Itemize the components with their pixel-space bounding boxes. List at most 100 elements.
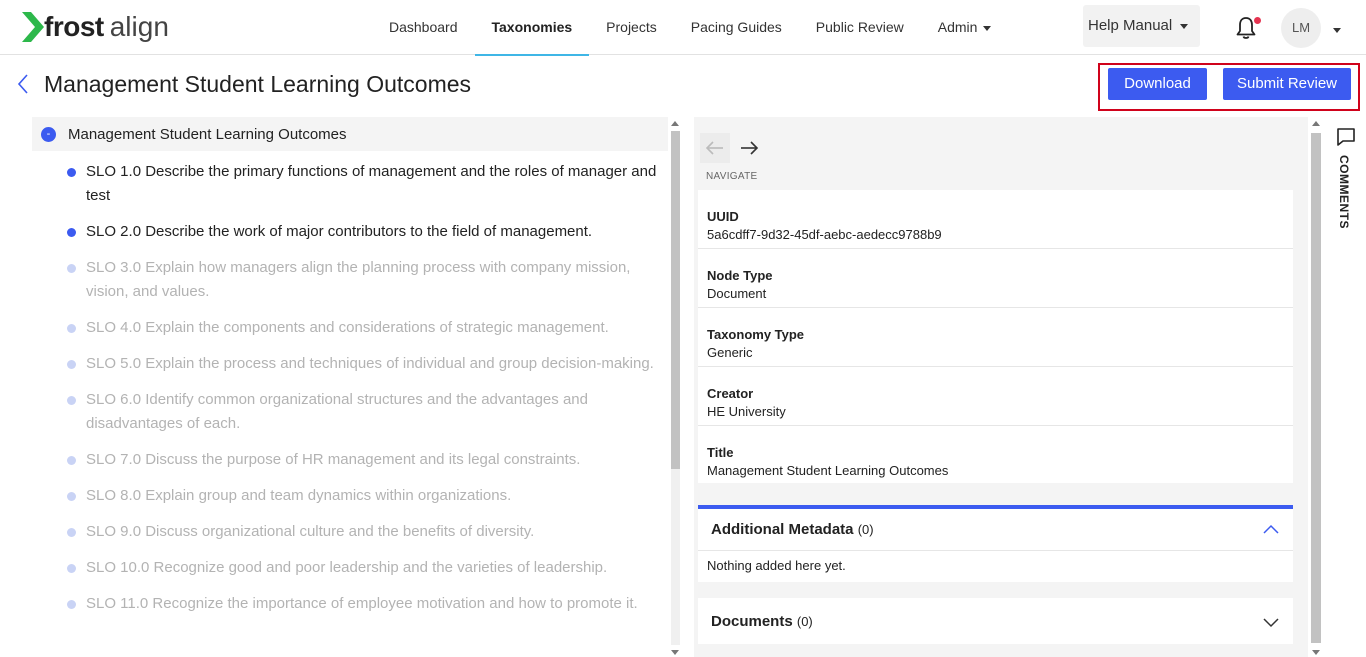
nav-admin[interactable]: Admin (921, 0, 1009, 55)
tree-root-label: Management Student Learning Outcomes (68, 126, 347, 143)
accordion-title-text: Additional Metadata (711, 521, 854, 538)
tree-item[interactable]: SLO 3.0 Explain how managers align the p… (32, 256, 668, 304)
meta-row-taxonomy-type: Taxonomy Type Generic (698, 308, 1293, 367)
tree-item-label: SLO 9.0 Discuss organizational culture a… (86, 523, 535, 540)
nav-taxonomies[interactable]: Taxonomies (474, 0, 590, 56)
logo-align-text: align (109, 11, 169, 42)
bullet-dot-icon (67, 324, 76, 333)
accordion-title-text: Documents (711, 613, 793, 630)
bullet-dot-icon (67, 264, 76, 273)
tree-item-label: SLO 10.0 Recognize good and poor leaders… (86, 559, 608, 576)
avatar-caret-icon[interactable] (1333, 28, 1341, 33)
accordion-title: Documents (0) (711, 613, 813, 630)
bullet-dot-icon (67, 396, 76, 405)
scroll-down-icon[interactable] (671, 650, 679, 655)
meta-label: UUID (707, 209, 739, 224)
nav-admin-label: Admin (937, 19, 978, 35)
navigate-label: NAVIGATE (706, 171, 758, 182)
notification-dot (1254, 17, 1261, 24)
documents-accordion: Documents (0) (698, 598, 1293, 644)
chevron-up-icon[interactable] (1263, 522, 1279, 538)
caret-down-icon (1180, 23, 1189, 29)
tree-item[interactable]: SLO 8.0 Explain group and team dynamics … (32, 484, 668, 508)
meta-value: Document (707, 286, 767, 301)
tree-item[interactable]: SLO 2.0 Describe the work of major contr… (32, 220, 668, 244)
top-navbar: frost align Dashboard Taxonomies Project… (0, 0, 1366, 56)
tree-item[interactable]: SLO 7.0 Discuss the purpose of HR manage… (32, 448, 668, 472)
additional-metadata-header[interactable]: Additional Metadata (0) (698, 509, 1293, 551)
nav-pacing-guides[interactable]: Pacing Guides (674, 0, 799, 55)
meta-value: 5a6cdff7-9d32-45df-aebc-aedecc9788b9 (707, 227, 942, 242)
tree-item[interactable]: SLO 11.0 Recognize the importance of emp… (32, 592, 668, 616)
meta-label: Node Type (707, 268, 773, 283)
main-nav: Dashboard Taxonomies Projects Pacing Gui… (372, 0, 1009, 56)
scroll-up-icon[interactable] (671, 121, 679, 126)
avatar[interactable]: LM (1281, 8, 1321, 48)
taxonomy-tree: - Management Student Learning Outcomes S… (32, 117, 668, 657)
tree-root-node[interactable]: - Management Student Learning Outcomes (32, 117, 668, 151)
tree-item-label: SLO 7.0 Discuss the purpose of HR manage… (86, 451, 581, 468)
tree-item[interactable]: SLO 5.0 Explain the process and techniqu… (32, 352, 668, 376)
documents-header[interactable]: Documents (0) (698, 598, 1293, 644)
meta-row-node-type: Node Type Document (698, 249, 1293, 308)
tree-item[interactable]: SLO 9.0 Discuss organizational culture a… (32, 520, 668, 544)
tree-children: SLO 1.0 Describe the primary functions o… (32, 160, 668, 616)
tree-scrollbar[interactable] (668, 117, 682, 657)
meta-label: Creator (707, 386, 754, 401)
tree-item-label: SLO 2.0 Describe the work of major contr… (86, 223, 593, 240)
tree-item-label: SLO 1.0 Describe the primary functions o… (86, 163, 657, 204)
metadata-card: UUID 5a6cdff7-9d32-45df-aebc-aedecc9788b… (698, 190, 1293, 483)
meta-row-uuid: UUID 5a6cdff7-9d32-45df-aebc-aedecc9788b… (698, 190, 1293, 249)
tree-item-label: SLO 6.0 Identify common organizational s… (86, 391, 588, 432)
accordion-count: (0) (796, 614, 813, 629)
bullet-dot-icon (67, 528, 76, 537)
additional-metadata-accordion: Additional Metadata (0) Nothing added he… (698, 505, 1293, 582)
frost-align-logo[interactable]: frost align (22, 10, 169, 44)
submit-review-button[interactable]: Submit Review (1223, 68, 1351, 100)
nav-public-review[interactable]: Public Review (799, 0, 921, 55)
nav-dashboard[interactable]: Dashboard (372, 0, 475, 55)
bullet-dot-icon (67, 564, 76, 573)
accordion-title: Additional Metadata (0) (711, 521, 874, 538)
empty-state-text: Nothing added here yet. (707, 558, 846, 573)
bullet-dot-icon (67, 600, 76, 609)
bullet-dot-icon (67, 456, 76, 465)
scroll-down-icon[interactable] (1312, 650, 1320, 655)
bullet-dot-icon (67, 168, 76, 177)
comments-label: COMMENTS (1337, 155, 1351, 229)
bullet-dot-icon (67, 228, 76, 237)
meta-value: Management Student Learning Outcomes (707, 463, 949, 478)
scroll-up-icon[interactable] (1312, 121, 1320, 126)
collapse-toggle-icon[interactable]: - (41, 127, 56, 142)
bullet-dot-icon (67, 360, 76, 369)
node-details-panel: NAVIGATE UUID 5a6cdff7-9d32-45df-aebc-ae… (694, 117, 1308, 657)
scrollbar-thumb[interactable] (1311, 133, 1321, 643)
nav-projects[interactable]: Projects (589, 0, 674, 55)
meta-label: Title (707, 445, 734, 460)
tree-item-label: SLO 3.0 Explain how managers align the p… (86, 259, 631, 300)
chevron-down-icon[interactable] (1263, 614, 1279, 630)
back-arrow-icon[interactable] (16, 72, 30, 96)
tree-item[interactable]: SLO 1.0 Describe the primary functions o… (32, 160, 668, 208)
help-manual-label: Help Manual (1088, 17, 1173, 34)
accordion-count: (0) (857, 522, 874, 537)
tree-item-label: SLO 5.0 Explain the process and techniqu… (86, 355, 654, 372)
tree-item[interactable]: SLO 10.0 Recognize good and poor leaders… (32, 556, 668, 580)
arrow-left-icon[interactable] (700, 133, 730, 163)
logo-frost-text: frost (44, 11, 104, 42)
tree-item[interactable]: SLO 4.0 Explain the components and consi… (32, 316, 668, 340)
details-scrollbar[interactable] (1308, 117, 1324, 657)
tree-item-label: SLO 8.0 Explain group and team dynamics … (86, 487, 512, 504)
page-title: Management Student Learning Outcomes (44, 71, 472, 97)
logo-chevron-icon (22, 12, 44, 42)
comments-tab[interactable]: COMMENTS (1334, 125, 1358, 245)
caret-down-icon (983, 25, 992, 31)
download-button[interactable]: Download (1108, 68, 1207, 100)
comment-icon (1337, 128, 1355, 146)
meta-value: HE University (707, 404, 786, 419)
scrollbar-thumb[interactable] (671, 131, 680, 469)
arrow-right-icon[interactable] (734, 133, 764, 163)
tree-item-label: SLO 4.0 Explain the components and consi… (86, 319, 609, 336)
tree-item[interactable]: SLO 6.0 Identify common organizational s… (32, 388, 668, 436)
help-manual-dropdown[interactable]: Help Manual (1083, 5, 1200, 47)
